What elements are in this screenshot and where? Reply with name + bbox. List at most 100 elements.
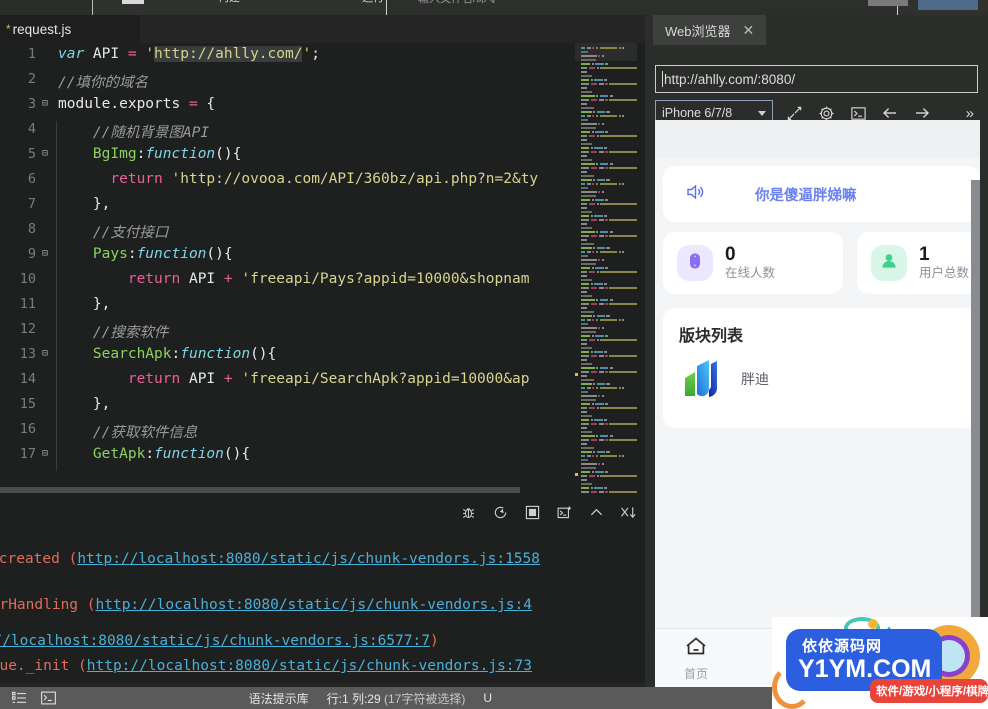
stat-label: 用户总数 — [919, 266, 970, 280]
code-editor[interactable]: 1 var API = 'http://ahlly.com/'; 2 //填你的域名 3… — [0, 43, 645, 493]
menu-item-build[interactable]: 构建 — [218, 0, 240, 5]
code-line[interactable]: BgImg:function(){ — [58, 146, 241, 162]
code-token: + — [223, 271, 242, 287]
stop-icon[interactable] — [523, 503, 541, 521]
minimap-line — [599, 299, 609, 301]
minimap-line — [598, 259, 601, 261]
minimap-line — [598, 439, 604, 441]
minimap-line — [581, 271, 588, 273]
minimap-line — [605, 235, 608, 237]
minimap-line — [605, 439, 608, 441]
terminal-icon[interactable] — [41, 691, 56, 705]
minimap-line — [594, 351, 603, 353]
code-line[interactable]: return API + 'freeapi/Pays?appid=10000&s… — [58, 271, 530, 287]
code-line[interactable]: var API = 'http://ahlly.com/'; — [58, 46, 320, 62]
task-list-icon[interactable] — [12, 691, 27, 705]
editor-tab-request-js[interactable]: * request.js — [0, 15, 140, 43]
editor-vertical-scrollbar[interactable] — [637, 43, 645, 493]
indent-guide — [56, 146, 57, 171]
log-text: .created — [0, 551, 60, 567]
indent-guide — [56, 121, 57, 146]
minimap-line — [581, 311, 594, 313]
minimap-line — [618, 455, 621, 457]
code-line[interactable]: }, — [58, 196, 110, 212]
menu-item-run[interactable]: 运行 — [362, 0, 384, 5]
code-line[interactable]: return API + 'freeapi/SearchApk?appid=10… — [58, 371, 530, 387]
mobile-preview[interactable]: 你是傻逼胖娣嘛 0 在线人数 1 用户总数 版块列表 胖迪 首页 — [655, 120, 980, 687]
list-item[interactable]: 胖迪 — [679, 356, 769, 402]
minimap-line — [594, 283, 603, 285]
new-terminal-icon[interactable] — [555, 503, 573, 521]
code-line[interactable]: SearchApk:function(){ — [58, 346, 276, 362]
nav-item-home[interactable]: 首页 — [655, 629, 737, 687]
minimap-line — [605, 471, 609, 473]
log-link[interactable]: http://localhost:8080/static/js/chunk-ve… — [96, 597, 533, 613]
chevron-up-icon[interactable] — [587, 503, 605, 521]
fold-toggle[interactable]: ⊟ — [42, 348, 48, 359]
code-line[interactable]: //随机背景图API — [58, 121, 209, 142]
code-line[interactable]: //获取软件信息 — [58, 421, 197, 442]
minimap-line — [592, 47, 595, 49]
bug-icon[interactable] — [459, 503, 477, 521]
minimap-line — [581, 215, 590, 217]
code-token: }, — [58, 196, 111, 212]
stat-card-online[interactable]: 0 在线人数 — [663, 232, 843, 294]
code-token: SearchApk — [58, 346, 172, 362]
minimap-line — [581, 387, 586, 389]
clear-icon[interactable] — [619, 503, 637, 521]
code-line[interactable]: //填你的域名 — [58, 71, 148, 92]
fold-toggle[interactable]: ⊟ — [42, 448, 48, 459]
minimap-line — [581, 199, 591, 201]
minimap-line — [609, 439, 637, 441]
announcement-card[interactable]: 你是傻逼胖娣嘛 — [663, 166, 980, 222]
stat-card-total-users[interactable]: 1 用户总数 — [857, 232, 980, 294]
code-line[interactable]: //支付接口 — [58, 221, 168, 242]
minimap-line — [596, 315, 605, 317]
console-toolbar — [459, 503, 637, 521]
code-lines-container[interactable]: 1 var API = 'http://ahlly.com/'; 2 //填你的域名 3… — [0, 43, 575, 493]
minimap-line — [598, 55, 601, 57]
restart-icon[interactable] — [491, 503, 509, 521]
code-token: function — [180, 346, 251, 362]
code-line[interactable]: module.exports = { — [58, 96, 215, 112]
browser-tab[interactable]: Web浏览器 ✕ — [653, 15, 767, 45]
language-mode[interactable]: 语法提示库 — [249, 690, 309, 707]
code-line[interactable]: Pays:function(){ — [58, 246, 233, 262]
minimap-line — [590, 167, 598, 169]
cursor-position[interactable]: 行:1 列:29 (17字符被选择) — [327, 690, 466, 707]
log-link[interactable]: p://localhost:8080/static/js/chunk-vendo… — [0, 633, 430, 649]
minimap-line — [596, 179, 605, 181]
encoding-indicator[interactable]: U — [483, 691, 492, 705]
minimap-line — [596, 435, 599, 437]
more-icon[interactable]: » — [966, 105, 974, 122]
minimap-marker — [575, 373, 578, 376]
minimap-line — [581, 475, 588, 477]
minimap-line — [594, 487, 603, 489]
fold-toggle[interactable]: ⊟ — [42, 248, 48, 259]
minimap-line — [599, 95, 609, 97]
minimap-line — [599, 183, 618, 185]
code-line[interactable]: }, — [58, 396, 110, 412]
code-line[interactable]: GetApk:function(){ — [58, 446, 250, 462]
minimap-line — [600, 339, 637, 341]
code-line[interactable]: }, — [58, 296, 110, 312]
minimap-line — [581, 363, 592, 365]
window-minimize-button[interactable] — [868, 0, 908, 6]
minimap-line — [609, 371, 637, 373]
log-link[interactable]: http://localhost:8080/static/js/chunk-ve… — [87, 658, 532, 674]
code-line[interactable]: return 'http://ovooa.com/API/360bz/api.p… — [58, 171, 538, 187]
code-line[interactable]: //搜索软件 — [58, 321, 168, 342]
browser-url-input[interactable]: http://ahlly.com/:8080/ — [655, 65, 978, 93]
fold-toggle[interactable]: ⊟ — [42, 148, 48, 159]
minimap-line — [599, 163, 609, 165]
fold-toggle[interactable]: ⊟ — [42, 98, 48, 109]
close-icon[interactable]: ✕ — [743, 22, 755, 39]
unsaved-indicator: * — [6, 22, 11, 36]
upgrade-button[interactable]: 升级版 — [918, 0, 978, 10]
minimap-line — [581, 171, 588, 173]
editor-minimap[interactable] — [575, 43, 637, 493]
log-link[interactable]: http://localhost:8080/static/js/chunk-ve… — [77, 551, 540, 567]
minimap-line — [581, 395, 597, 397]
minimap-line — [596, 115, 598, 117]
preview-scrollbar[interactable] — [971, 180, 980, 645]
